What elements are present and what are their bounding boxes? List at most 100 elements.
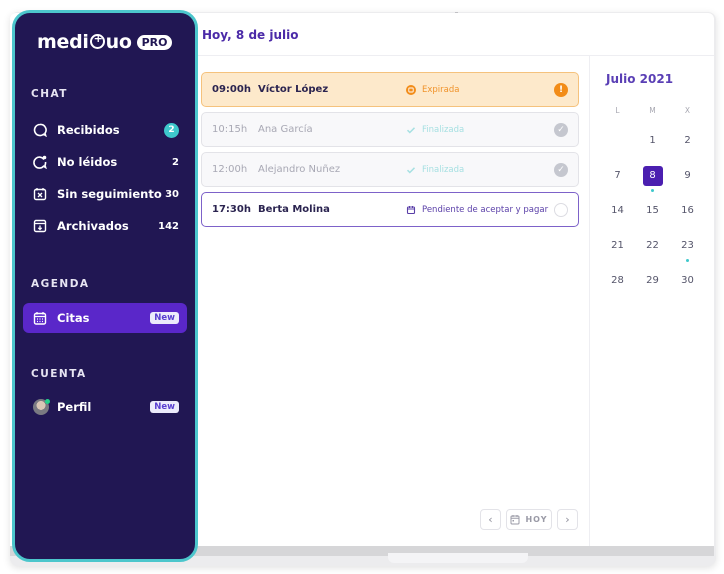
sidebar-item-label: No léidos: [57, 155, 118, 169]
next-day-button[interactable]: ›: [557, 509, 578, 530]
chat-unread-icon: [33, 155, 47, 169]
today-button[interactable]: HOY: [506, 509, 552, 530]
calendar-panel: Julio 2021 L M X 1 2 7 8 9 14 15 16 21 22 23 28 29 30: [589, 56, 714, 546]
day-number: 7: [614, 169, 621, 181]
unread-count-badge: 2: [164, 122, 179, 138]
sidebar-item-recibidos[interactable]: Recibidos 2: [23, 115, 187, 145]
status-label: Pendiente de aceptar y pagar: [422, 204, 549, 215]
weekday-label: M: [649, 106, 656, 115]
appointment-status: Finalizada: [406, 125, 554, 135]
status-label: Expirada: [422, 84, 460, 95]
logo-text-end: uo: [105, 31, 132, 53]
appointment-time: 09:00h: [212, 84, 251, 95]
patient-name: Alejandro Nuñez: [258, 164, 341, 175]
weekday-label: X: [684, 106, 691, 115]
check-circle-icon: ✓: [554, 122, 568, 137]
calendar-day[interactable]: 9: [670, 166, 705, 186]
new-badge: New: [150, 401, 179, 413]
day-number: 30: [681, 274, 694, 286]
calendar-day[interactable]: 21: [600, 236, 635, 256]
day-number: 15: [646, 204, 659, 216]
appointment-status: Expirada: [406, 84, 554, 95]
item-count: 2: [172, 156, 179, 168]
day-number: 14: [611, 204, 624, 216]
empty-circle-icon[interactable]: [554, 202, 568, 217]
day-number: 9: [684, 169, 691, 181]
calendar-month-title: Julio 2021: [606, 72, 674, 86]
sidebar-item-label: Citas: [57, 311, 90, 325]
sidebar-item-label: Perfil: [57, 400, 92, 414]
calendar-day[interactable]: 23: [670, 236, 705, 262]
appointment-row[interactable]: 17:30h Berta Molina Pendiente de aceptar…: [201, 192, 579, 227]
appointment-time: 12:00h: [212, 164, 248, 175]
section-title-cuenta: CUENTA: [31, 368, 87, 380]
appointment-time: 17:30h: [212, 204, 251, 215]
calendar-day[interactable]: 7: [600, 166, 635, 186]
day-number: 21: [611, 239, 624, 251]
appointment-time: 10:15h: [212, 124, 248, 135]
pro-badge: PRO: [136, 34, 173, 50]
calendar-icon: [33, 311, 47, 325]
weekday-header: L M X: [600, 106, 715, 115]
logo-wordmark: mediuo: [37, 31, 132, 53]
day-number: 23: [681, 239, 694, 251]
status-label: Finalizada: [422, 164, 465, 175]
calendar-week-row: 14 15 16: [600, 193, 715, 228]
appointment-row[interactable]: 10:15h Ana García Finalizada ✓: [201, 112, 579, 147]
laptop-notch: [388, 553, 528, 563]
calendar-week-row: 21 22 23: [600, 228, 715, 263]
calendar-week-row: 12: [600, 123, 715, 158]
chat-bubble-icon: [33, 123, 47, 137]
patient-name: Ana García: [258, 124, 313, 135]
item-count: 30: [165, 188, 179, 200]
appointment-row[interactable]: 09:00h Víctor López Expirada !: [201, 72, 579, 107]
page-header: Hoy, 8 de julio: [198, 14, 714, 56]
calendar-day[interactable]: 16: [670, 201, 705, 221]
calendar-day[interactable]: 14: [600, 201, 635, 221]
calendar-x-icon: [33, 187, 47, 201]
calendar-day-selected[interactable]: 8: [635, 165, 670, 192]
check-icon: [406, 165, 416, 175]
calendar-expired-icon: [406, 84, 416, 95]
day-number: 2: [684, 134, 691, 146]
previous-day-button[interactable]: ‹: [480, 509, 501, 530]
sidebar-item-label: Archivados: [57, 219, 129, 233]
calendar-day[interactable]: 15: [635, 201, 670, 221]
sidebar-item-citas[interactable]: Citas New: [23, 303, 187, 333]
section-title-chat: CHAT: [31, 88, 68, 100]
calendar-day[interactable]: 1: [635, 131, 670, 151]
weekday-label: L: [615, 106, 620, 115]
event-indicator-dot: [686, 258, 689, 262]
sidebar-item-sin-seguimiento[interactable]: Sin seguimiento 30: [23, 179, 187, 209]
appointment-status: Pendiente de aceptar y pagar: [406, 205, 554, 215]
sidebar-item-perfil[interactable]: Perfil New: [23, 392, 187, 422]
calendar-day[interactable]: 28: [600, 271, 635, 291]
section-title-agenda: AGENDA: [31, 278, 90, 290]
check-circle-icon: ✓: [554, 162, 568, 177]
appointment-row[interactable]: 12:00h Alejandro Nuñez Finalizada ✓: [201, 152, 579, 187]
new-badge: New: [150, 312, 179, 324]
calendar-week-row: 7 8 9: [600, 158, 715, 193]
day-number: 29: [646, 274, 659, 286]
calendar-day[interactable]: 29: [635, 271, 670, 291]
calendar-day[interactable]: 22: [635, 236, 670, 256]
online-status-dot: [45, 399, 50, 404]
patient-name: Berta Molina: [258, 204, 330, 215]
today-label: HOY: [525, 515, 548, 524]
event-indicator-dot: [651, 188, 654, 192]
day-number: 8: [642, 165, 663, 186]
day-number: 28: [611, 274, 624, 286]
archive-icon: [33, 219, 47, 233]
logo-text-start: medi: [37, 31, 89, 53]
day-number: 1: [649, 134, 656, 146]
sidebar-item-archivados[interactable]: Archivados 142: [23, 211, 187, 241]
appointment-status: Finalizada: [406, 165, 554, 175]
calendar-grid: L M X 1 2 7 8 9 14 15 16 21 22 23 28 29 30: [600, 106, 715, 298]
sidebar-item-label: Recibidos: [57, 123, 120, 137]
calendar-icon: [510, 514, 520, 525]
sidebar-item-no-leidos[interactable]: No léidos 2: [23, 147, 187, 177]
calendar-day[interactable]: 30: [670, 271, 705, 291]
calendar-day[interactable]: 2: [670, 131, 705, 151]
item-count: 142: [158, 220, 179, 232]
calendar-week-row: 28 29 30: [600, 263, 715, 298]
